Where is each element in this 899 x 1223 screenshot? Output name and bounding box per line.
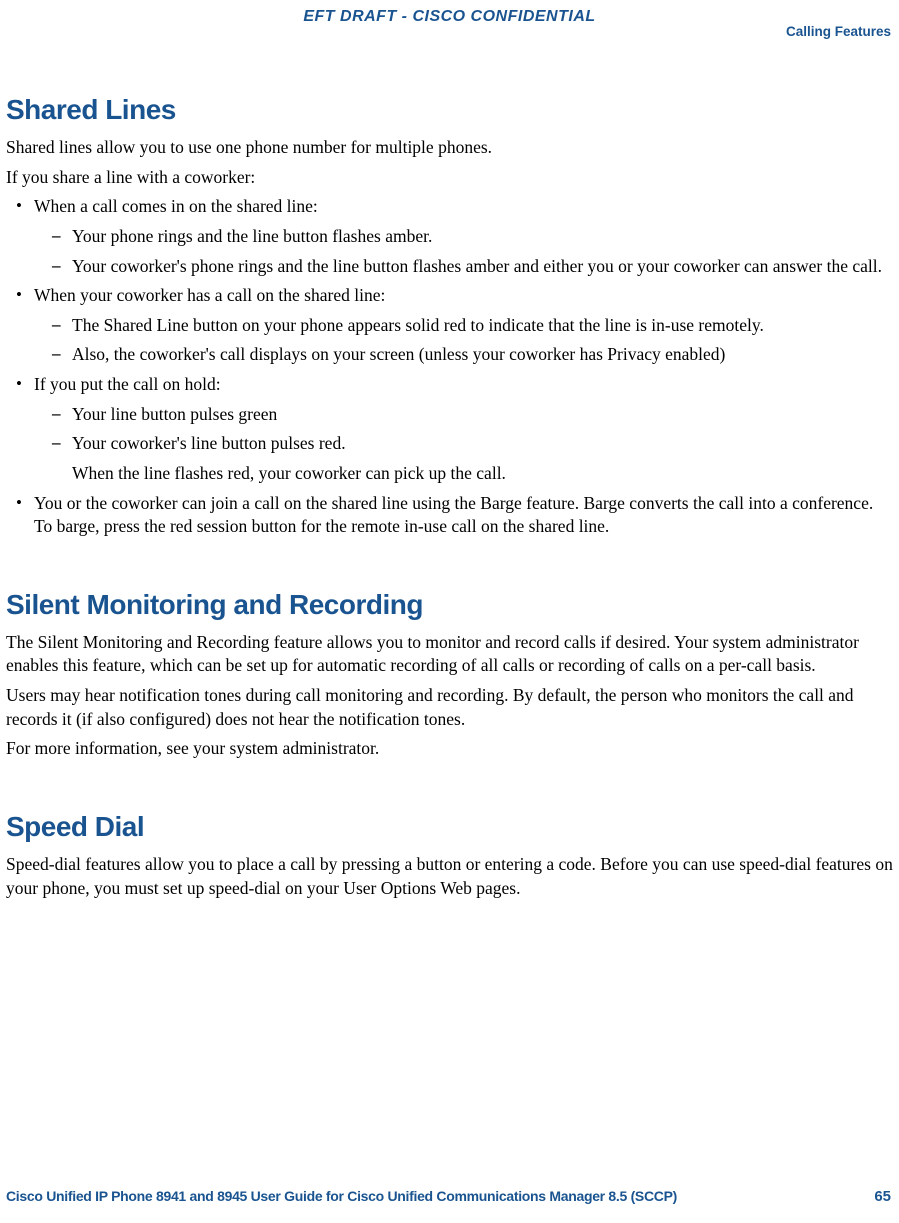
shared-lines-list: When a call comes in on the shared line:… bbox=[6, 195, 893, 539]
list-item: Your coworker's line button pulses red. … bbox=[72, 432, 893, 485]
list-item: Also, the coworker's call displays on yo… bbox=[72, 343, 893, 367]
sublist: The Shared Line button on your phone app… bbox=[34, 314, 893, 367]
footer-page-number: 65 bbox=[874, 1188, 891, 1205]
list-item: When your coworker has a call on the sha… bbox=[34, 284, 893, 367]
list-item: Your phone rings and the line button fla… bbox=[72, 225, 893, 249]
list-item-text: When your coworker has a call on the sha… bbox=[34, 285, 385, 305]
header-section-label: Calling Features bbox=[786, 24, 891, 39]
silent-monitoring-heading: Silent Monitoring and Recording bbox=[6, 589, 893, 621]
header-draft-label: EFT DRAFT - CISCO CONFIDENTIAL bbox=[0, 8, 899, 26]
list-item-note: When the line flashes red, your coworker… bbox=[72, 462, 893, 486]
silent-p3: For more information, see your system ad… bbox=[6, 737, 893, 761]
page-footer: Cisco Unified IP Phone 8941 and 8945 Use… bbox=[6, 1188, 891, 1205]
list-item: Your coworker's phone rings and the line… bbox=[72, 255, 893, 279]
footer-doc-title: Cisco Unified IP Phone 8941 and 8945 Use… bbox=[6, 1188, 677, 1204]
speed-dial-heading: Speed Dial bbox=[6, 811, 893, 843]
shared-lines-p1: Shared lines allow you to use one phone … bbox=[6, 136, 893, 160]
list-item-text: If you put the call on hold: bbox=[34, 374, 221, 394]
list-item: When a call comes in on the shared line:… bbox=[34, 195, 893, 278]
list-item-text: When a call comes in on the shared line: bbox=[34, 196, 318, 216]
speed-dial-p1: Speed-dial features allow you to place a… bbox=[6, 853, 893, 900]
list-item: You or the coworker can join a call on t… bbox=[34, 492, 893, 539]
sublist: Your phone rings and the line button fla… bbox=[34, 225, 893, 278]
list-item: The Shared Line button on your phone app… bbox=[72, 314, 893, 338]
list-item-text: Your coworker's line button pulses red. bbox=[72, 433, 346, 453]
shared-lines-heading: Shared Lines bbox=[6, 94, 893, 126]
silent-p2: Users may hear notification tones during… bbox=[6, 684, 893, 731]
silent-p1: The Silent Monitoring and Recording feat… bbox=[6, 631, 893, 678]
shared-lines-p2: If you share a line with a coworker: bbox=[6, 166, 893, 190]
list-item: If you put the call on hold: Your line b… bbox=[34, 373, 893, 486]
page-content: Shared Lines Shared lines allow you to u… bbox=[0, 26, 899, 900]
list-item: Your line button pulses green bbox=[72, 403, 893, 427]
sublist: Your line button pulses green Your cowor… bbox=[34, 403, 893, 486]
